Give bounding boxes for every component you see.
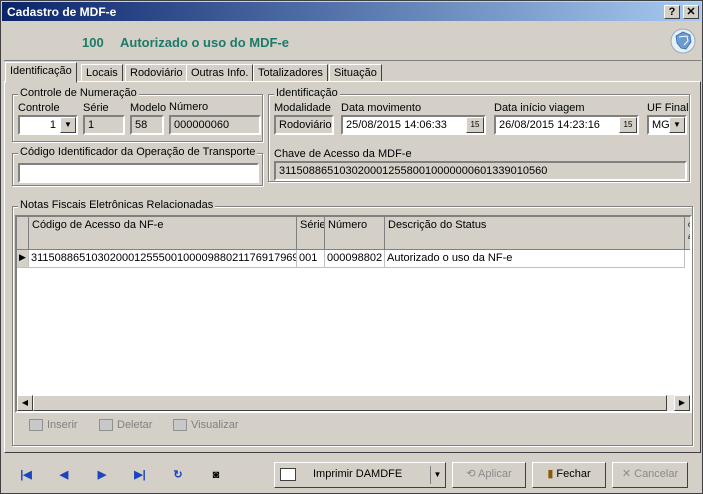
deletar-label: Deletar (117, 419, 153, 431)
col-numero[interactable]: Número (325, 217, 385, 250)
operacao-input[interactable] (18, 163, 259, 183)
cancelar-button[interactable]: ✕ Cancelar (612, 462, 688, 488)
calendar-icon[interactable]: 15 (619, 117, 637, 133)
cell-numero[interactable]: 000098802 (325, 250, 385, 268)
modelo-field: 58 (130, 115, 164, 135)
camera-icon[interactable]: ◙ (207, 466, 225, 484)
chevron-down-icon[interactable]: ▼ (430, 466, 444, 484)
numeracao-group: Controle de Numeração Controle 1 ▼ Série… (12, 87, 263, 142)
operacao-group: Código Identificador da Operação de Tran… (12, 146, 263, 186)
status-code: 100 (82, 35, 104, 50)
tab-outras-info[interactable]: Outras Info. (186, 64, 254, 82)
imprimir-label: Imprimir DAMDFE (313, 468, 403, 480)
brazil-map-logo-icon (670, 28, 696, 54)
apply-icon: ⟲ (466, 468, 479, 480)
tab-locais[interactable]: Locais (81, 64, 123, 82)
data-movimento-value: 25/08/2015 14:06:33 (346, 119, 447, 131)
nfe-legend: Notas Fiscais Eletrônicas Relacionadas (18, 199, 216, 211)
cell-codigo-acesso[interactable]: 3115088651030200012555001000098802117691… (29, 250, 297, 268)
inserir-button[interactable]: Inserir (29, 419, 78, 437)
first-record-icon[interactable]: |◀ (17, 466, 35, 484)
cell-descricao-status[interactable]: Autorizado o uso da NF-e (385, 250, 685, 268)
col-truncated[interactable]: o a (685, 217, 690, 250)
status-header: 100 Autorizado o uso do MDF-e (4, 23, 701, 61)
controle-label: Controle (18, 102, 60, 114)
fechar-label: Fechar (556, 468, 591, 480)
grid-toolbar: Inserir Deletar Visualizar (15, 415, 692, 440)
tab-page-identificacao: Controle de Numeração Controle 1 ▼ Série… (4, 81, 701, 453)
tab-situacao[interactable]: Situação (329, 64, 382, 82)
modalidade-field: Rodoviário (274, 115, 334, 135)
aplicar-button[interactable]: ⟲ Aplicar (452, 462, 526, 488)
printer-icon (280, 468, 296, 481)
col-serie[interactable]: Série (297, 217, 325, 250)
window-title: Cadastro de MDF-e (7, 5, 117, 19)
data-movimento-label: Data movimento (341, 102, 422, 114)
tab-rodoviario[interactable]: Rodoviário (125, 64, 188, 82)
chave-field: 3115088651030200012558001000000060133901… (274, 161, 687, 181)
visualizar-button[interactable]: Visualizar (173, 419, 239, 437)
last-record-icon[interactable]: ▶| (131, 466, 149, 484)
uf-final-value: MG (652, 119, 670, 131)
serie-label: Série (83, 102, 109, 114)
deletar-button[interactable]: Deletar (99, 419, 152, 437)
grid-indicator-header (17, 217, 29, 250)
operacao-legend: Código Identificador da Operação de Tran… (18, 146, 258, 158)
delete-icon (99, 419, 113, 432)
inserir-label: Inserir (47, 419, 78, 431)
numeracao-legend: Controle de Numeração (18, 87, 139, 99)
help-button[interactable]: ? (664, 5, 680, 19)
nfe-grid[interactable]: Código de Acesso da NF-e Série Número De… (15, 215, 692, 413)
scroll-left-icon[interactable]: ◀ (17, 395, 33, 411)
scroll-right-icon[interactable]: ▶ (674, 395, 690, 411)
uf-final-select[interactable]: MG ▼ (647, 115, 687, 135)
tab-identificacao[interactable]: Identificação (5, 62, 77, 83)
close-button[interactable]: ✕ (683, 5, 699, 19)
numero-label: Número (169, 101, 209, 113)
horizontal-scrollbar[interactable]: ◀ ▶ (17, 395, 690, 411)
cancel-icon: ✕ (621, 468, 635, 480)
previous-record-icon[interactable]: ◀ (55, 466, 73, 484)
title-bar: Cadastro de MDF-e ? ✕ (2, 2, 701, 21)
data-movimento-input[interactable]: 25/08/2015 14:06:33 15 (341, 115, 486, 135)
controle-value: 1 (49, 119, 56, 131)
scroll-thumb[interactable] (33, 395, 667, 411)
preview-icon (173, 419, 187, 432)
modalidade-label: Modalidade (274, 102, 331, 114)
identificacao-group: Identificação Modalidade Rodoviário Data… (268, 87, 690, 182)
tab-totalizadores[interactable]: Totalizadores (253, 64, 328, 82)
chevron-down-icon[interactable]: ▼ (669, 117, 685, 133)
controle-select[interactable]: 1 ▼ (18, 115, 78, 135)
visualizar-label: Visualizar (191, 419, 239, 431)
col-descricao-status[interactable]: Descrição do Status (385, 217, 685, 250)
col-codigo-acesso[interactable]: Código de Acesso da NF-e (29, 217, 297, 250)
chave-label: Chave de Acesso da MDF-e (274, 148, 412, 160)
uf-final-label: UF Final (647, 102, 689, 114)
aplicar-label: Aplicar (478, 468, 512, 480)
imprimir-damdfe-button[interactable]: Imprimir DAMDFE ▼ (274, 462, 446, 488)
row-indicator-icon: ▶ (17, 250, 29, 268)
mdfe-window: Cadastro de MDF-e ? ✕ 100 Autorizado o u… (0, 0, 703, 494)
data-inicio-value: 26/08/2015 14:23:16 (499, 119, 600, 131)
insert-icon (29, 419, 43, 432)
cell-serie[interactable]: 001 (297, 250, 325, 268)
fechar-button[interactable]: ▮ Fechar (532, 462, 606, 488)
data-inicio-label: Data início viagem (494, 102, 585, 114)
identificacao-legend: Identificação (274, 87, 340, 99)
numero-field: 000000060 (169, 115, 261, 135)
calendar-icon[interactable]: 15 (466, 117, 484, 133)
serie-field: 1 (83, 115, 125, 135)
status-message: Autorizado o uso do MDF-e (120, 35, 289, 50)
cancelar-label: Cancelar (634, 468, 679, 480)
data-inicio-input[interactable]: 26/08/2015 14:23:16 15 (494, 115, 639, 135)
next-record-icon[interactable]: ▶ (93, 466, 111, 484)
refresh-icon[interactable]: ↻ (169, 466, 187, 484)
chevron-down-icon[interactable]: ▼ (60, 117, 76, 133)
modelo-label: Modelo (130, 102, 167, 114)
